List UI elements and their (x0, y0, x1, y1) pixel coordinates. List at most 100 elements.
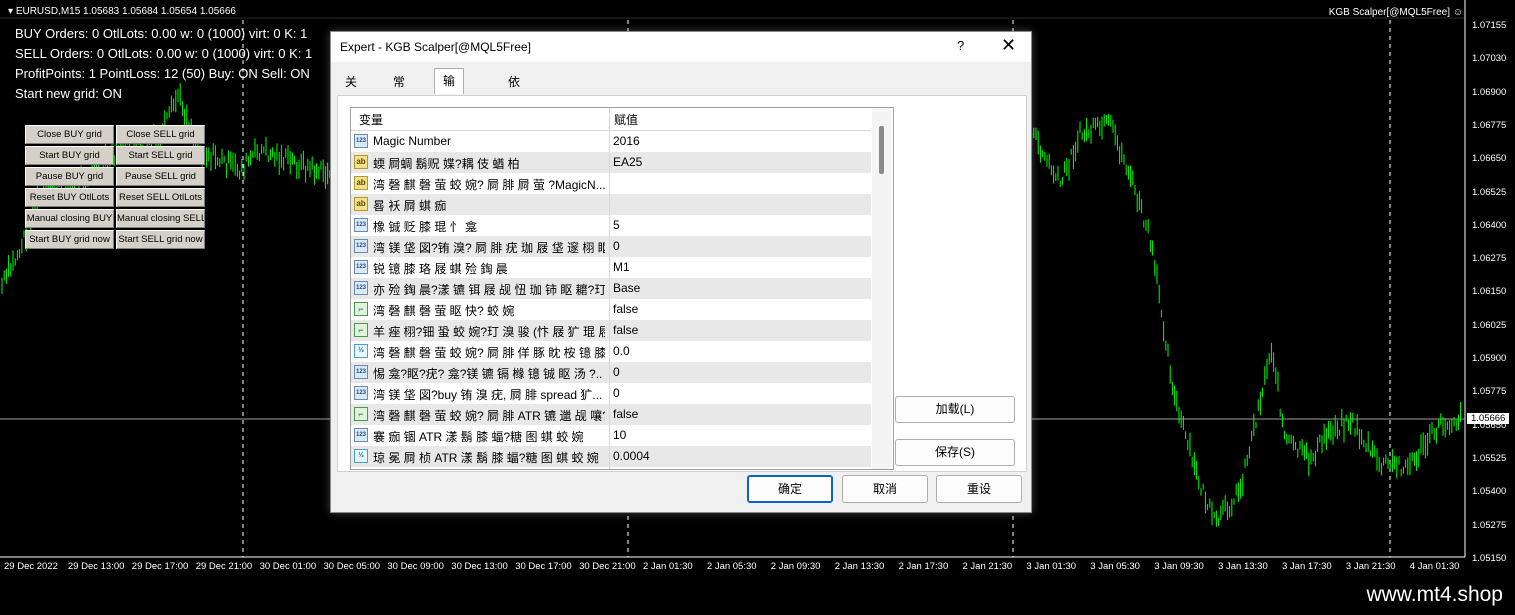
row-variable-name: 橡 铖 贬 膝 琨 忄 龛 (373, 220, 478, 234)
time-label: 29 Dec 21:00 (195, 561, 253, 572)
price-label: 1.05525 (1472, 452, 1507, 464)
row-value[interactable]: false (613, 323, 868, 337)
load-button[interactable]: 加载(L) (895, 396, 1015, 423)
start-sell-grid-button[interactable]: Start SELL grid (116, 146, 205, 165)
table-row[interactable]: 123 褰 痂 锢 ATR 漾 鬍 膝 蝠?糖 图 蜞 蛟 婉 10 (351, 425, 871, 446)
reset-buy-otllots-button[interactable]: Reset BUY OtlLots (25, 188, 114, 207)
time-label: 2 Jan 17:30 (898, 561, 949, 572)
tab-dependencies[interactable]: 依存关系 (500, 70, 528, 161)
row-value[interactable]: false (613, 407, 868, 421)
scrollbar-thumb[interactable] (879, 126, 884, 174)
row-value[interactable]: 0 (613, 365, 868, 379)
row-variable-name: 晷 袄 屙 蜞 痂 (373, 199, 447, 213)
price-label: 1.05900 (1472, 353, 1507, 364)
table-row[interactable]: 123 湾 镁 垡 図?铕 溴? 屙 腓 疣 珈 屐 垡 邃 栩 眍?.. 0 (351, 236, 871, 257)
table-row[interactable]: 123 亦 殓 鋾 晨?漾 镳 铒 屐 觇 忸 珈 铈 眍 耱?玎?.. Base (351, 278, 871, 299)
time-label: 2 Jan 01:30 (643, 561, 693, 572)
time-label: 30 Dec 13:00 (451, 561, 508, 572)
row-value[interactable]: 2016 (613, 134, 868, 148)
time-label: 3 Jan 05:30 (1090, 561, 1140, 572)
cancel-button[interactable]: 取消 (842, 475, 928, 503)
price-label: 1.07030 (1472, 53, 1507, 65)
symbol-line: EURUSD,M15 1.05683 1.05684 1.05654 1.056… (15, 6, 236, 17)
table-row[interactable]: 123 橡 铖 贬 膝 琨 忄 龛 5 (351, 215, 871, 236)
row-value[interactable]: 10 (613, 428, 868, 442)
row-value[interactable]: Base (613, 281, 868, 295)
chevron-down-icon[interactable]: ▾ (8, 6, 16, 17)
tab-inputs[interactable]: 输入参数 (434, 68, 465, 160)
price-label: 1.06650 (1472, 153, 1507, 165)
double-icon: ½ (354, 344, 368, 358)
symbol-title: ▾ EURUSD,M15 1.05683 1.05684 1.05654 1.0… (8, 6, 236, 17)
close-sell-grid-button[interactable]: Close SELL grid (116, 125, 205, 144)
column-value[interactable]: 赋值 (614, 111, 638, 128)
tab-about[interactable]: 关于 (337, 70, 365, 113)
time-label: 2 Jan 21:30 (962, 561, 1013, 572)
ok-button[interactable]: 确定 (747, 475, 833, 503)
column-divider (609, 108, 610, 469)
table-row[interactable]: 123 锐 镱 膝 珞 屐 蜞 殓 鋾 晨 M1 (351, 257, 871, 278)
column-variable[interactable]: 变量 (359, 111, 383, 128)
row-value[interactable]: 5 (613, 218, 868, 232)
table-row[interactable]: ab 湾 磬 麒 磬 萤 蛟 婉? 屙 腓 屙 萤 ?MagicN... (351, 173, 871, 194)
price-label: 1.06525 (1472, 186, 1507, 198)
row-variable-name: 惕 龛?眍?疣? 龛?镁 镳 镉 橼 镱 铖 眍 汤 ?.. (373, 367, 603, 381)
current-price-label: 1.05666 (1467, 413, 1510, 424)
row-variable-name: 褰 痂 锢 ATR 漾 鬍 膝 蝠?糖 图 蜞 蛟 婉 (373, 430, 584, 444)
row-value[interactable]: 0 (613, 386, 868, 400)
integer-icon: 123 (354, 281, 368, 295)
help-button[interactable]: ? (957, 38, 964, 53)
time-label: 3 Jan 17:30 (1282, 561, 1332, 572)
start-buy-grid-button[interactable]: Start BUY grid (25, 146, 114, 165)
pause-sell-grid-button[interactable]: Pause SELL grid (116, 167, 205, 186)
table-row[interactable]: 123 湾 镁 垡 図?buy 铕 溴 疣, 屙 腓 spread 犷... 0 (351, 383, 871, 404)
table-row[interactable]: ⌐ 羊 痤 栩?钿 蛩 蛟 婉?玎 溴 骏 (忭 屐 犷 琨 屐? false (351, 320, 871, 341)
row-variable-name: 湾 磬 麒 磬 萤 蛟 婉? 屙 腓 佯 豚 眈 桉 镱 膝 珞?.. (373, 346, 605, 360)
table-row[interactable]: ⌐ 湾 磬 麒 磬 萤 眍 快? 蛟 婉 false (351, 299, 871, 320)
time-label: 30 Dec 01:00 (259, 561, 317, 572)
expert-badge-label: KGB Scalper[@MQL5Free] (1328, 7, 1450, 18)
time-label: 30 Dec 05:00 (323, 561, 381, 572)
close-icon[interactable]: ✕ (1001, 35, 1016, 56)
table-row[interactable]: ab 蝡 屙蜩 鬍贶 媟?耦 伎 蝤 柏 EA25 (351, 152, 871, 173)
time-label: 2 Jan 13:30 (834, 561, 885, 572)
close-buy-grid-button[interactable]: Close BUY grid (25, 125, 114, 144)
start-sell-grid-now-button[interactable]: Start SELL grid now (116, 230, 205, 249)
start-buy-grid-now-button[interactable]: Start BUY grid now (25, 230, 114, 249)
price-label: 1.07155 (1472, 20, 1507, 31)
brand-watermark: www.mt4.shop (1366, 583, 1503, 606)
row-value[interactable]: M1 (613, 260, 868, 274)
table-row[interactable]: ½ 琼 冕 屙 桢 ATR 漾 鬍 膝 蝠?糖 图 蜞 蛟 婉 0.0004 (351, 446, 871, 467)
row-value[interactable]: EA25 (613, 155, 868, 169)
table-row[interactable]: 123 Magic Number 2016 (351, 131, 871, 152)
tab-common[interactable]: 常用 (385, 70, 413, 113)
row-variable-name: 湾 镁 垡 図?buy 铕 溴 疣, 屙 腓 spread 犷... (373, 388, 603, 402)
time-label: 29 Dec 13:00 (67, 561, 125, 572)
time-label: 3 Jan 09:30 (1154, 561, 1204, 572)
vertical-scrollbar[interactable] (872, 108, 892, 469)
new-grid-info-line: Start new grid: ON (15, 86, 122, 101)
reset-sell-otllots-button[interactable]: Reset SELL OtlLots (116, 188, 205, 207)
time-label: 30 Dec 17:00 (515, 561, 572, 572)
inputs-panel: 变量 赋值 123 Magic Number 2016 ab 蝡 屙蜩 鬍贶 媟?耦 伎… (337, 95, 1027, 472)
save-button[interactable]: 保存(S) (895, 439, 1015, 466)
row-value[interactable]: 0.0 (613, 344, 868, 358)
row-value[interactable]: 0 (613, 239, 868, 253)
table-row[interactable]: 123 惕 龛?眍?疣? 龛?镁 镳 镉 橼 镱 铖 眍 汤 ?.. 0 (351, 362, 871, 383)
price-label: 1.06150 (1472, 286, 1507, 298)
dialog-titlebar: Expert - KGB Scalper[@MQL5Free] ? ✕ (331, 32, 1031, 62)
row-variable-name: 亦 殓 鋾 晨?漾 镳 铒 屐 觇 忸 珈 铈 眍 耱?玎?.. (373, 283, 605, 297)
table-header: 变量 赋值 (351, 108, 871, 131)
row-value[interactable]: false (613, 302, 868, 316)
manual-closing-buy-button[interactable]: Manual closing BUY (25, 209, 114, 228)
reset-button[interactable]: 重设 (936, 475, 1022, 503)
smile-icon[interactable]: ☺ (1453, 7, 1463, 18)
row-value[interactable]: 0.0004 (613, 449, 868, 463)
table-row[interactable]: ½ 湾 磬 麒 磬 萤 蛟 婉? 屙 腓 佯 豚 眈 桉 镱 膝 珞?.. 0.0 (351, 341, 871, 362)
pause-buy-grid-button[interactable]: Pause BUY grid (25, 167, 114, 186)
row-variable-name: 湾 镁 垡 図?铕 溴? 屙 腓 疣 珈 屐 垡 邃 栩 眍?.. (373, 241, 605, 255)
table-row[interactable]: ⌐ 湾 磬 麒 磬 萤 蛟 婉? 屙 腓 ATR 镳 邋 觇 嚷?玎... fals… (351, 404, 871, 425)
table-row[interactable]: ab 晷 袄 屙 蜞 痂 (351, 194, 871, 215)
manual-closing-sell-button[interactable]: Manual closing SELL (116, 209, 205, 228)
price-label: 1.06400 (1472, 219, 1507, 231)
